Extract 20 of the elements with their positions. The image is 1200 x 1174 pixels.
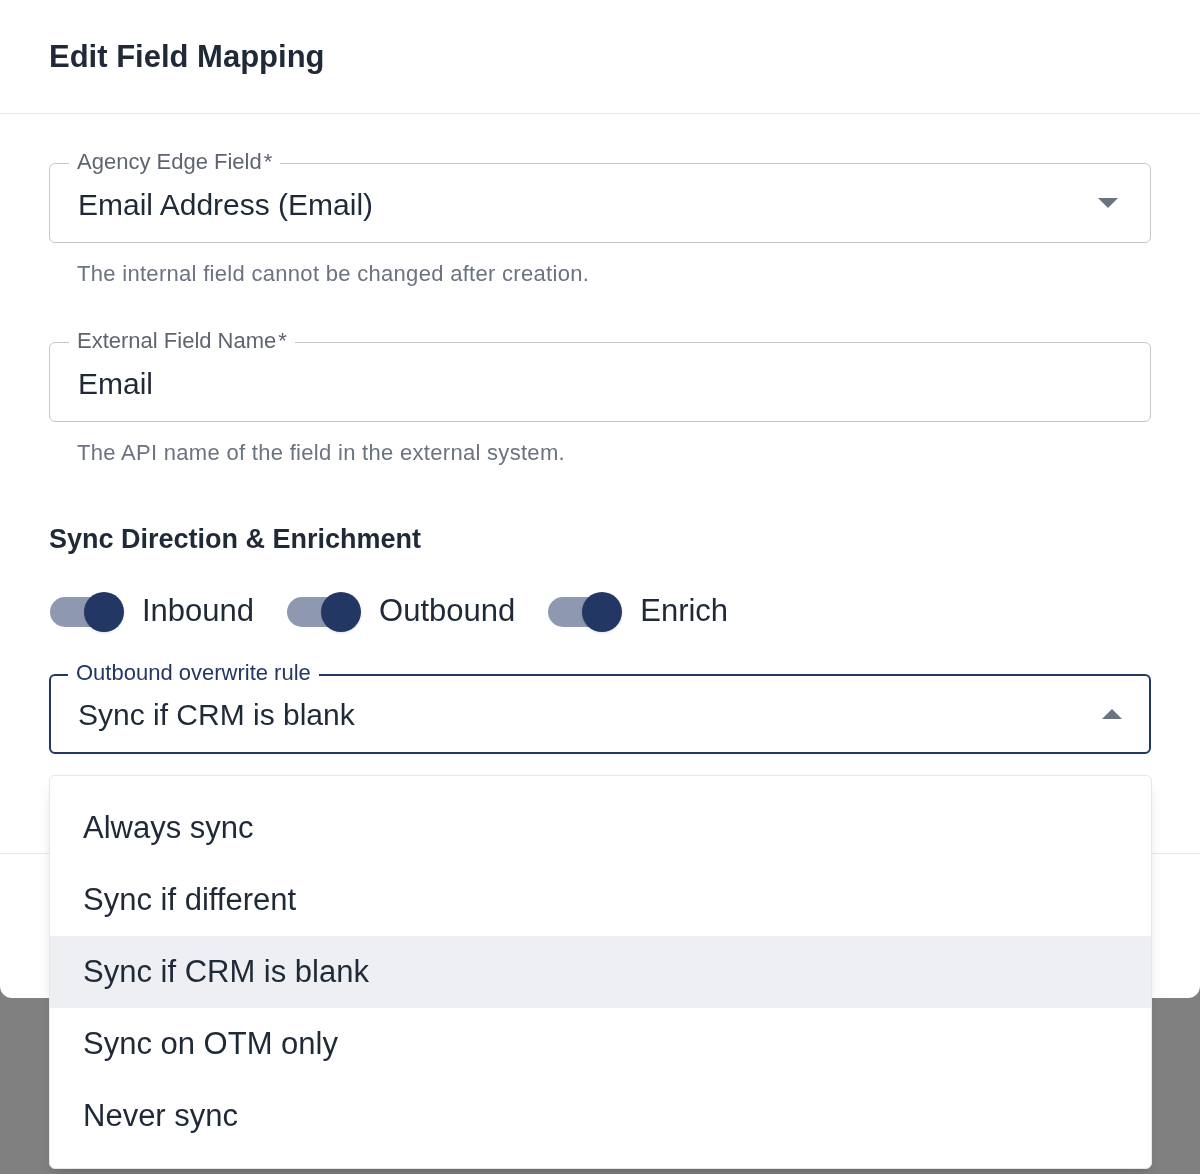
menu-option[interactable]: Sync if CRM is blank (50, 936, 1151, 1008)
menu-option[interactable]: Never sync (50, 1080, 1151, 1152)
dialog-title: Edit Field Mapping (49, 38, 325, 77)
field-value: Email (78, 365, 153, 402)
toggle-switch[interactable] (49, 590, 124, 633)
toggle-label: Enrich (640, 592, 729, 631)
menu-option[interactable]: Sync on OTM only (50, 1008, 1151, 1080)
section-title: Sync Direction & Enrichment (49, 523, 423, 556)
toggle-switch[interactable] (547, 590, 623, 633)
toggle-label: Inbound (142, 592, 255, 631)
toggle-label: Outbound (379, 592, 516, 631)
caret-icon (1098, 198, 1118, 208)
field-value: Sync if CRM is blank (78, 697, 355, 733)
helper-text: The internal field cannot be changed after creation. (77, 260, 591, 288)
caret-icon (1102, 708, 1122, 719)
menu-option[interactable]: Sync if different (50, 864, 1151, 936)
field-value: Email Address (Email) (78, 186, 374, 223)
helper-text: The API name of the field in the external system. (77, 439, 566, 467)
toggle-switch[interactable] (286, 590, 362, 633)
menu-option[interactable]: Always sync (50, 792, 1151, 864)
